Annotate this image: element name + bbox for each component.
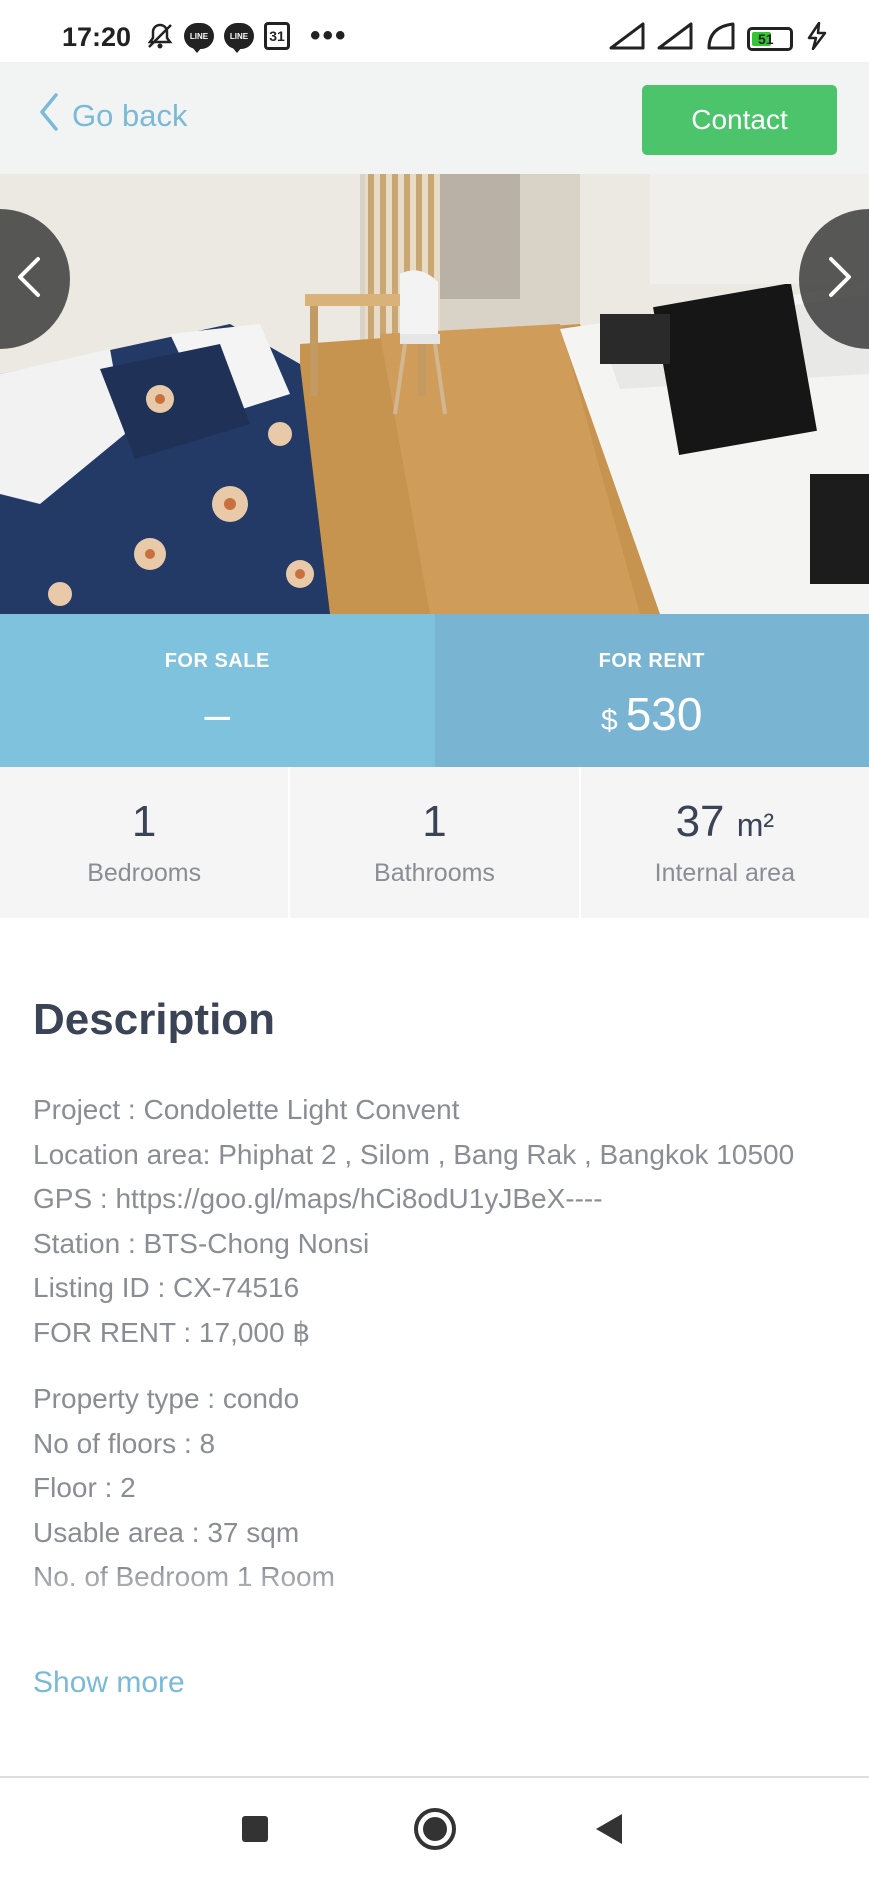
- back-triangle-icon[interactable]: [596, 1814, 622, 1844]
- description-line: Usable area : 37 sqm: [33, 1516, 300, 1548]
- chevron-right-icon: [827, 255, 853, 304]
- contact-button[interactable]: Contact: [642, 85, 837, 155]
- sale-price-block: FOR SALE –: [0, 614, 435, 767]
- show-more-link[interactable]: Show more: [33, 1666, 185, 1700]
- stat-unit: m²: [736, 807, 775, 843]
- system-icons: 51: [609, 21, 829, 55]
- signal-icon: [609, 22, 645, 55]
- sale-value: –: [204, 687, 230, 741]
- description-fade-overlay: [0, 1570, 869, 1640]
- property-stats: 1 Bedrooms 1 Bathrooms 37 m² Internal ar…: [0, 767, 869, 918]
- stat-value: 37: [675, 797, 725, 846]
- recents-square-icon[interactable]: [242, 1816, 268, 1842]
- chevron-left-icon: [38, 92, 60, 140]
- stat-value: 1: [422, 797, 447, 846]
- stat-label: Bedrooms: [87, 859, 202, 887]
- stat-label: Bathrooms: [374, 859, 495, 887]
- description-group-property: Property type : condo No of floors : 8 F…: [33, 1377, 843, 1600]
- stat-label: Internal area: [654, 859, 795, 887]
- room-photo: [0, 174, 869, 614]
- description-line: Station : BTS-Chong Nonsi: [33, 1227, 370, 1259]
- description-line: Project : Condolette Light Convent: [33, 1094, 460, 1125]
- battery-icon: 51: [747, 26, 793, 51]
- top-bar: Go back Contact: [0, 62, 869, 174]
- stat-internal-area: 37 m² Internal area: [581, 767, 869, 918]
- stat-value-with-unit: 37 m²: [676, 797, 775, 847]
- line-app-icon: LINE: [224, 23, 254, 53]
- wifi-icon: [705, 22, 735, 55]
- battery-percent: 51: [758, 30, 774, 47]
- description-line: Floor : 2: [33, 1472, 136, 1503]
- price-panel: FOR SALE – FOR RENT $ 530: [0, 614, 869, 767]
- rent-amount: 530: [625, 688, 703, 740]
- charging-bolt-icon: [805, 21, 829, 55]
- sale-amount: –: [204, 688, 231, 740]
- description-line: Location area: Phiphat 2 , Silom , Bang …: [33, 1138, 795, 1170]
- description-line: Property type : condo: [33, 1383, 300, 1414]
- photo-gallery[interactable]: [0, 174, 869, 614]
- description-line: Listing ID : CX-74516: [33, 1272, 300, 1303]
- signal-icon: [657, 22, 693, 55]
- chevron-left-icon: [16, 255, 42, 304]
- description-body: Project : Condolette Light Convent Locat…: [33, 1088, 843, 1600]
- line-app-icon: LINE: [184, 23, 214, 53]
- stat-bedrooms: 1 Bedrooms: [0, 767, 291, 918]
- status-time: 17:20: [62, 22, 132, 52]
- rent-label: FOR RENT: [598, 650, 705, 672]
- stat-bathrooms: 1 Bathrooms: [290, 767, 581, 918]
- home-circle-icon[interactable]: [414, 1808, 456, 1850]
- rent-currency: $: [601, 704, 618, 737]
- description-line: GPS : https://goo.gl/maps/hCi8odU1yJBeX-…: [33, 1183, 603, 1214]
- stat-value: 1: [131, 797, 157, 846]
- description-title: Description: [33, 995, 276, 1044]
- more-dots-icon: •••: [310, 19, 348, 52]
- description-line: FOR RENT : 17,000 ฿: [33, 1316, 311, 1348]
- description-group-location: Project : Condolette Light Convent Locat…: [33, 1088, 843, 1355]
- description-line: No of floors : 8: [33, 1427, 216, 1459]
- go-back-link[interactable]: Go back: [38, 92, 187, 140]
- mute-bell-icon: [146, 22, 174, 50]
- notification-icons: LINE LINE 31 •••: [146, 19, 348, 53]
- sale-label: FOR SALE: [164, 650, 270, 672]
- go-back-label: Go back: [72, 98, 188, 133]
- status-bar: 17:20 LINE LINE 31 ••• 51: [0, 0, 869, 62]
- rent-price-block: FOR RENT $ 530: [434, 614, 869, 767]
- system-nav-bar: [0, 1778, 869, 1883]
- rent-value: $ 530: [601, 687, 702, 741]
- calendar-icon: 31: [264, 22, 290, 50]
